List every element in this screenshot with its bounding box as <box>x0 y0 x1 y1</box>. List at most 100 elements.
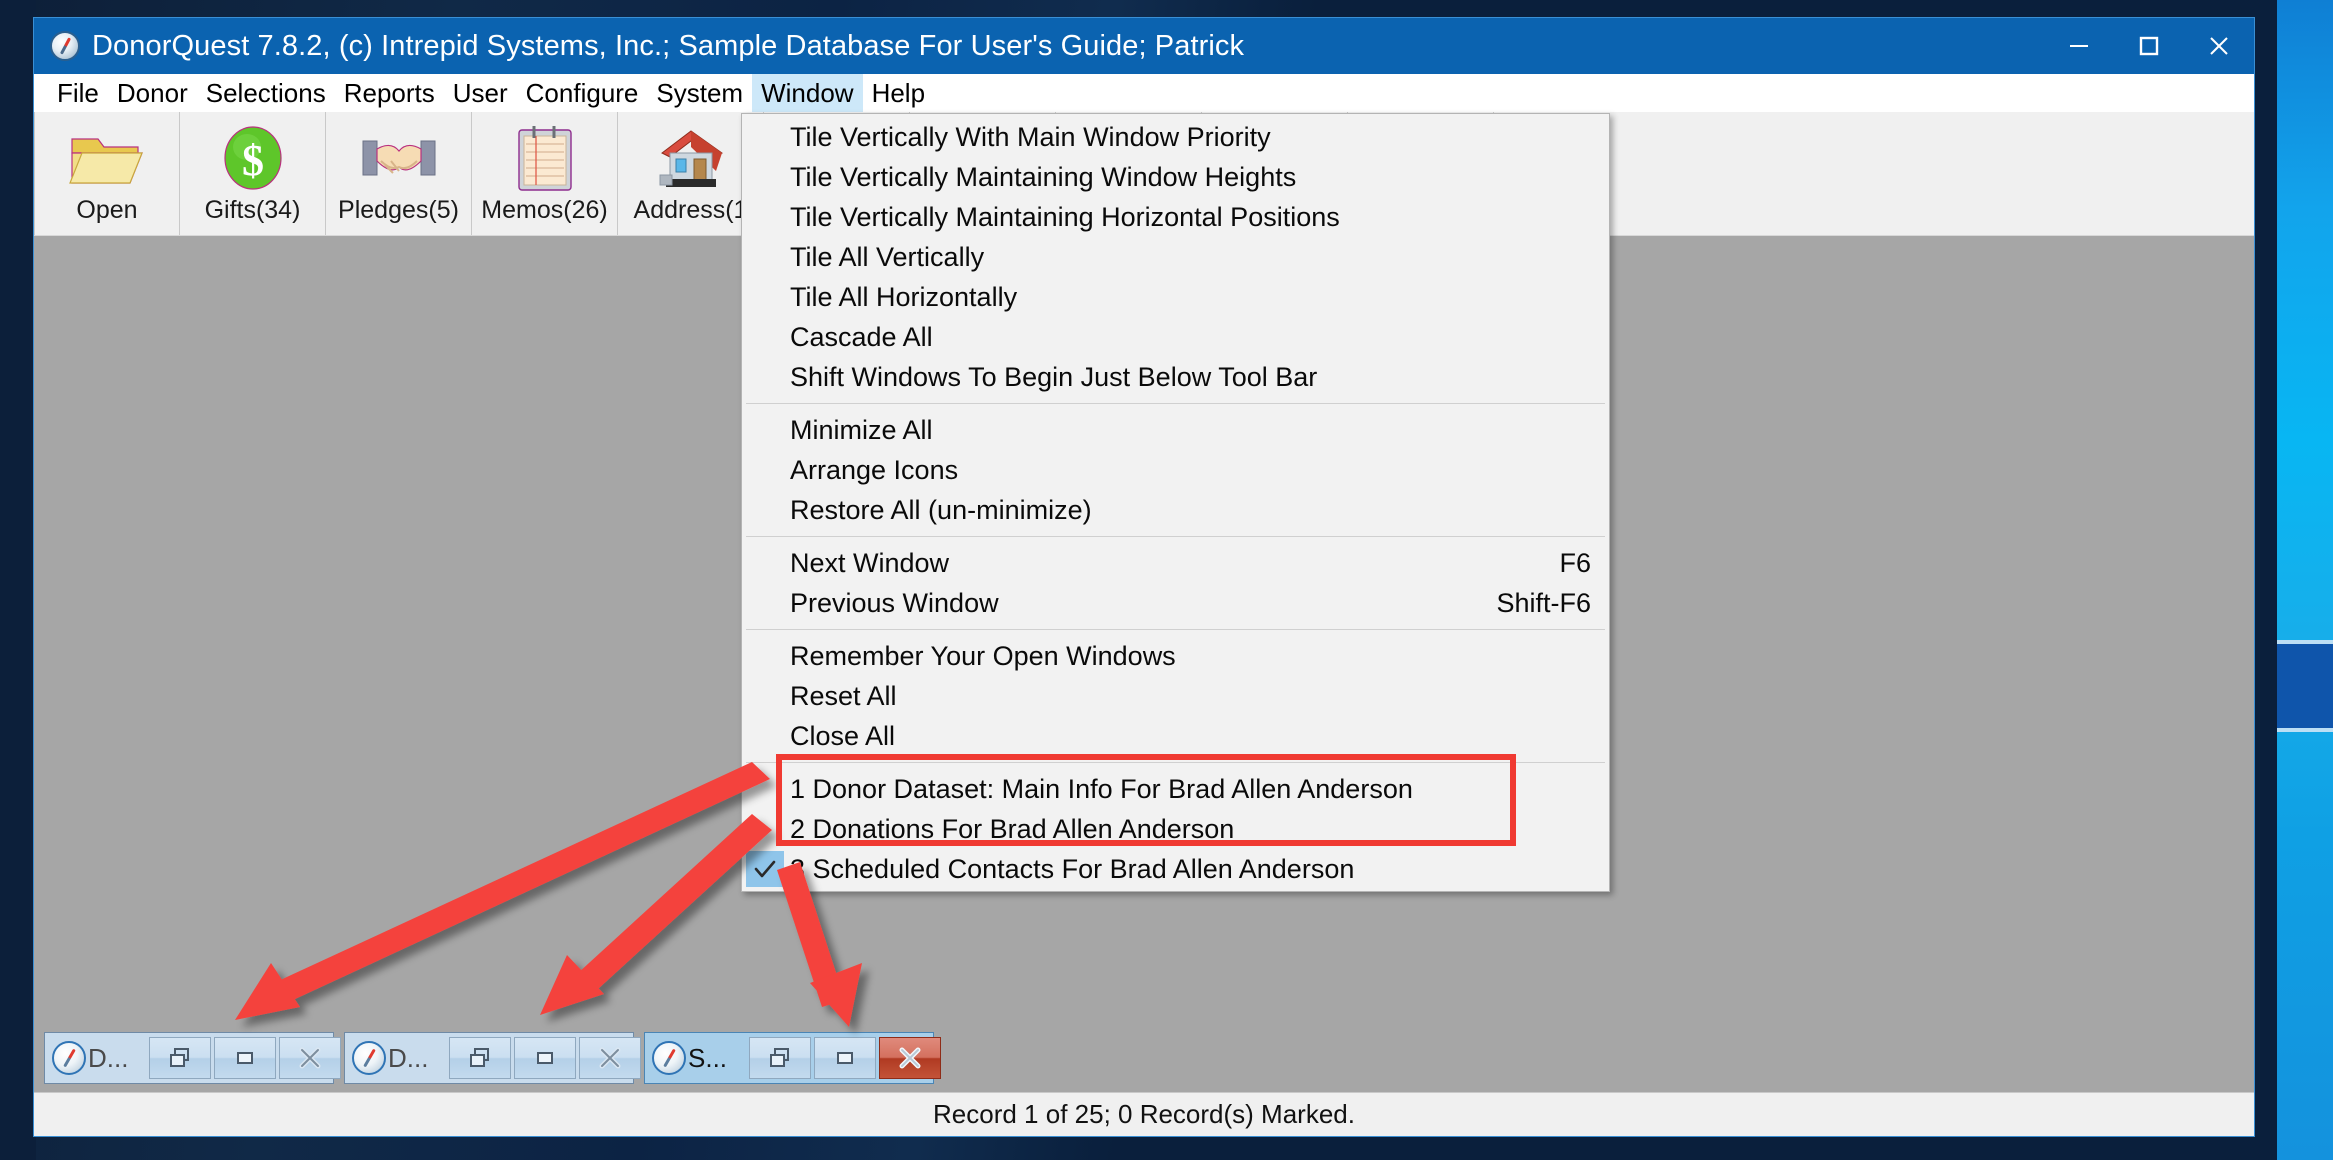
menu-option-tile-all-horizontally[interactable]: Tile All Horizontally <box>742 277 1609 317</box>
menu-option-label: 1 Donor Dataset: Main Info For Brad Alle… <box>790 773 1413 804</box>
handshake-icon <box>359 122 439 194</box>
wallpaper-band <box>2277 640 2333 732</box>
restore-button[interactable] <box>749 1037 811 1079</box>
close-button[interactable] <box>579 1037 641 1079</box>
notepad-icon <box>514 122 576 194</box>
menu-option-label: 3 Scheduled Contacts For Brad Allen Ande… <box>790 853 1355 884</box>
menu-option-label: Tile Vertically With Main Window Priorit… <box>790 121 1271 152</box>
menu-option-tile-vertically-window-heights[interactable]: Tile Vertically Maintaining Window Heigh… <box>742 157 1609 197</box>
menu-separator <box>746 629 1605 630</box>
restore-button[interactable] <box>149 1037 211 1079</box>
menu-option-next-window[interactable]: Next Window F6 <box>742 543 1609 583</box>
desktop-wallpaper-left <box>0 0 36 1160</box>
menu-option-label: Tile Vertically Maintaining Window Heigh… <box>790 161 1297 192</box>
status-text: Record 1 of 25; 0 Record(s) Marked. <box>933 1099 1355 1129</box>
menu-option-label: Minimize All <box>790 414 933 445</box>
close-button[interactable] <box>879 1037 941 1079</box>
checkmark-icon <box>746 851 784 887</box>
menu-option-label: Remember Your Open Windows <box>790 640 1176 671</box>
menu-separator <box>746 762 1605 763</box>
menu-option-accelerator: F6 <box>1559 547 1591 578</box>
minimize-button[interactable] <box>2044 18 2114 74</box>
toolbar-button-gifts[interactable]: $ Gifts(34) <box>180 112 326 235</box>
toolbar-button-memos[interactable]: Memos(26) <box>472 112 618 235</box>
menu-option-label: Next Window <box>790 547 950 578</box>
menu-option-tile-vertically-horizontal-positions[interactable]: Tile Vertically Maintaining Horizontal P… <box>742 197 1609 237</box>
menu-item-user[interactable]: User <box>444 74 517 112</box>
house-icon <box>652 122 730 194</box>
menu-item-window[interactable]: Window <box>752 74 863 112</box>
toolbar-label: Address(1 <box>633 196 748 224</box>
toolbar-button-open[interactable]: Open <box>34 112 180 235</box>
menu-option-label: Tile All Vertically <box>790 241 985 272</box>
toolbar-button-pledges[interactable]: Pledges(5) <box>326 112 472 235</box>
menu-option-accelerator: Shift-F6 <box>1496 587 1591 618</box>
menu-option-label: 2 Donations For Brad Allen Anderson <box>790 813 1235 844</box>
menu-option-label: Restore All (un-minimize) <box>790 494 1092 525</box>
menu-option-label: Cascade All <box>790 321 933 352</box>
minimized-window-title: D... <box>388 1042 429 1073</box>
menu-option-reset-all[interactable]: Reset All <box>742 676 1609 716</box>
svg-text:$: $ <box>242 136 264 185</box>
toolbar-label: Pledges(5) <box>338 196 459 224</box>
menu-option-label: Arrange Icons <box>790 454 959 485</box>
title-bar: DonorQuest 7.8.2, (c) Intrepid Systems, … <box>34 18 2254 74</box>
menu-item-file[interactable]: File <box>48 74 108 112</box>
compass-icon <box>352 1041 386 1075</box>
status-bar: Record 1 of 25; 0 Record(s) Marked. <box>34 1092 2254 1136</box>
menu-separator <box>746 536 1605 537</box>
minimized-window-3[interactable]: S... <box>644 1032 941 1084</box>
menu-option-minimize-all[interactable]: Minimize All <box>742 410 1609 450</box>
close-button[interactable] <box>2184 18 2254 74</box>
menu-option-close-all[interactable]: Close All <box>742 716 1609 756</box>
window-title: DonorQuest 7.8.2, (c) Intrepid Systems, … <box>92 29 1245 62</box>
menu-option-label: Tile Vertically Maintaining Horizontal P… <box>790 201 1340 232</box>
menu-option-label: Close All <box>790 720 896 751</box>
menu-option-window-3-scheduled-contacts[interactable]: 3 Scheduled Contacts For Brad Allen Ande… <box>742 849 1609 889</box>
minimize-button[interactable] <box>514 1037 576 1079</box>
desktop-wallpaper-right <box>2277 0 2333 1160</box>
menu-separator <box>746 403 1605 404</box>
menu-option-tile-vertically-main-priority[interactable]: Tile Vertically With Main Window Priorit… <box>742 117 1609 157</box>
menu-item-configure[interactable]: Configure <box>517 74 648 112</box>
close-button[interactable] <box>279 1037 341 1079</box>
window-menu-dropdown: Tile Vertically With Main Window Priorit… <box>741 113 1610 892</box>
menu-option-label: Tile All Horizontally <box>790 281 1018 312</box>
menu-option-cascade-all[interactable]: Cascade All <box>742 317 1609 357</box>
menu-item-donor[interactable]: Donor <box>108 74 197 112</box>
compass-icon <box>52 1041 86 1075</box>
maximize-button[interactable] <box>2114 18 2184 74</box>
minimized-window-2[interactable]: D... <box>344 1032 641 1084</box>
menu-option-window-1-donor-dataset[interactable]: 1 Donor Dataset: Main Info For Brad Alle… <box>742 769 1609 809</box>
minimize-button[interactable] <box>814 1037 876 1079</box>
toolbar-label: Memos(26) <box>481 196 608 224</box>
toolbar-label: Open <box>76 196 138 224</box>
compass-icon <box>652 1041 686 1075</box>
menu-option-shift-windows-below-toolbar[interactable]: Shift Windows To Begin Just Below Tool B… <box>742 357 1609 397</box>
menu-option-remember-open-windows[interactable]: Remember Your Open Windows <box>742 636 1609 676</box>
toolbar-label: Gifts(34) <box>204 196 301 224</box>
menu-option-restore-all[interactable]: Restore All (un-minimize) <box>742 490 1609 530</box>
minimized-window-title: D... <box>88 1042 129 1073</box>
menu-option-tile-all-vertically[interactable]: Tile All Vertically <box>742 237 1609 277</box>
compass-icon <box>50 31 80 61</box>
menu-item-selections[interactable]: Selections <box>197 74 335 112</box>
menu-item-help[interactable]: Help <box>863 74 934 112</box>
minimized-window-title: S... <box>688 1042 728 1073</box>
desktop: DonorQuest 7.8.2, (c) Intrepid Systems, … <box>0 0 2333 1160</box>
menu-item-system[interactable]: System <box>647 74 752 112</box>
minimized-window-bar: D... D... S... <box>44 1032 941 1084</box>
menu-option-label: Previous Window <box>790 587 999 618</box>
dollar-coin-icon: $ <box>219 122 287 194</box>
menu-item-reports[interactable]: Reports <box>335 74 444 112</box>
minimized-window-1[interactable]: D... <box>44 1032 341 1084</box>
restore-button[interactable] <box>449 1037 511 1079</box>
menu-option-arrange-icons[interactable]: Arrange Icons <box>742 450 1609 490</box>
open-folder-icon <box>68 122 146 194</box>
menu-option-previous-window[interactable]: Previous Window Shift-F6 <box>742 583 1609 623</box>
menu-option-label: Shift Windows To Begin Just Below Tool B… <box>790 361 1318 392</box>
menu-bar: File Donor Selections Reports User Confi… <box>34 74 2254 112</box>
menu-option-window-2-donations[interactable]: 2 Donations For Brad Allen Anderson <box>742 809 1609 849</box>
minimize-button[interactable] <box>214 1037 276 1079</box>
window-controls <box>2044 18 2254 74</box>
